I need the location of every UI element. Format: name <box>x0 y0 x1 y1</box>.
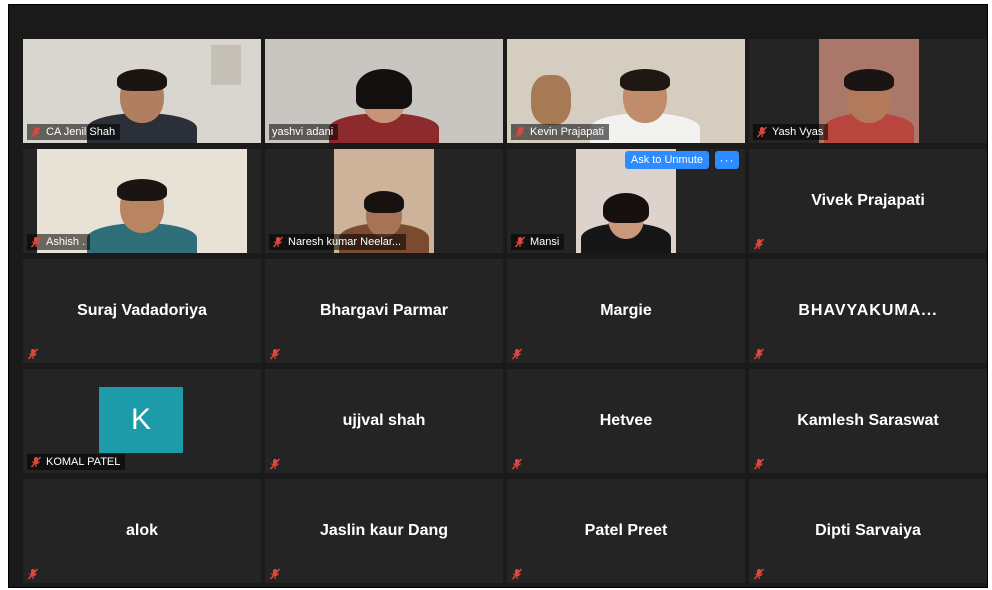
participant-name-label: Naresh kumar Neelar... <box>269 234 407 250</box>
participant-tile[interactable]: K KOMAL PATEL <box>23 369 261 473</box>
mic-muted-icon <box>753 348 765 360</box>
participant-name: ujjval shah <box>342 412 426 429</box>
avatar: K <box>99 387 183 453</box>
participant-name-label: Mansi <box>511 234 565 250</box>
participant-tile[interactable]: BHAVYAKUMA... <box>749 259 987 363</box>
participant-name: BHAVYAKUMA... <box>798 302 938 319</box>
participant-name-label: KOMAL PATEL <box>27 454 126 470</box>
mic-muted-icon <box>756 126 768 138</box>
participant-tile[interactable]: Yash Vyas <box>749 39 987 143</box>
participant-name: Hetvee <box>599 412 653 429</box>
participant-name-label: yashvi adani <box>269 124 339 140</box>
mic-muted-icon <box>753 568 765 580</box>
participant-name: Vivek Prajapati <box>811 192 925 209</box>
participant-name-label: Yash Vyas <box>753 124 829 140</box>
participant-tile[interactable]: Ashish . <box>23 149 261 253</box>
mic-muted-icon <box>272 236 284 248</box>
mic-muted-icon <box>511 458 523 470</box>
participant-tile[interactable]: Jaslin kaur Dang <box>265 479 503 583</box>
mic-muted-icon <box>753 238 765 250</box>
participant-name-label: Ashish . <box>27 234 91 250</box>
participant-tile[interactable]: Patel Preet <box>507 479 745 583</box>
ask-to-unmute-button[interactable]: Ask to Unmute <box>624 151 709 169</box>
participant-figure <box>581 175 671 253</box>
mic-muted-icon <box>269 348 281 360</box>
gallery-grid: CA Jenil Shah yashvi adani Kevin Prajapa… <box>23 39 987 583</box>
participant-name: Ashish . <box>46 236 86 248</box>
mic-muted-icon <box>269 568 281 580</box>
participant-tile[interactable]: Ask to Unmute ··· Mansi <box>507 149 745 253</box>
participant-name: yashvi adani <box>272 126 334 138</box>
participant-tile[interactable]: yashvi adani <box>265 39 503 143</box>
participant-tile[interactable]: Dipti Sarvaiya <box>749 479 987 583</box>
participant-name: Naresh kumar Neelar... <box>288 236 402 248</box>
participant-name: Kevin Prajapati <box>530 126 604 138</box>
participant-name: Yash Vyas <box>772 126 824 138</box>
participant-name-label: CA Jenil Shah <box>27 124 121 140</box>
mic-muted-icon <box>753 458 765 470</box>
participant-name: Kamlesh Saraswat <box>797 412 939 429</box>
participant-tile[interactable]: ujjval shah <box>265 369 503 473</box>
participant-name: KOMAL PATEL <box>46 456 121 468</box>
mic-muted-icon <box>511 568 523 580</box>
participant-tile[interactable]: Kamlesh Saraswat <box>749 369 987 473</box>
participant-name: Margie <box>600 302 652 319</box>
mic-muted-icon <box>30 456 42 468</box>
meeting-window: CA Jenil Shah yashvi adani Kevin Prajapa… <box>8 4 988 588</box>
participant-figure <box>824 65 914 143</box>
participant-name: Bhargavi Parmar <box>319 302 449 319</box>
participant-name: alok <box>125 522 158 539</box>
participant-name: Mansi <box>530 236 560 248</box>
participant-tile[interactable]: Bhargavi Parmar <box>265 259 503 363</box>
participant-name: Patel Preet <box>584 522 668 539</box>
participant-tile[interactable]: Margie <box>507 259 745 363</box>
participant-tile[interactable]: Naresh kumar Neelar... <box>265 149 503 253</box>
participant-name: Dipti Sarvaiya <box>815 522 921 539</box>
mic-muted-icon <box>30 126 42 138</box>
participant-name: Jaslin kaur Dang <box>319 522 449 539</box>
participant-tile[interactable]: CA Jenil Shah <box>23 39 261 143</box>
participant-video <box>819 39 919 143</box>
participant-name: CA Jenil Shah <box>46 126 116 138</box>
participant-tile[interactable]: alok <box>23 479 261 583</box>
mic-muted-icon <box>27 568 39 580</box>
participant-name: Suraj Vadadoriya <box>77 302 207 319</box>
participant-name-label: Kevin Prajapati <box>511 124 609 140</box>
mic-muted-icon <box>511 348 523 360</box>
mic-muted-icon <box>30 236 42 248</box>
participant-tile[interactable]: Vivek Prajapati <box>749 149 987 253</box>
participant-tile[interactable]: Hetvee <box>507 369 745 473</box>
more-options-button[interactable]: ··· <box>715 151 739 169</box>
participant-figure <box>87 175 197 253</box>
participant-tile[interactable]: Kevin Prajapati <box>507 39 745 143</box>
participant-figure <box>329 65 439 143</box>
participant-tile[interactable]: Suraj Vadadoriya <box>23 259 261 363</box>
mic-muted-icon <box>514 236 526 248</box>
mic-muted-icon <box>269 458 281 470</box>
mic-muted-icon <box>27 348 39 360</box>
mic-muted-icon <box>514 126 526 138</box>
